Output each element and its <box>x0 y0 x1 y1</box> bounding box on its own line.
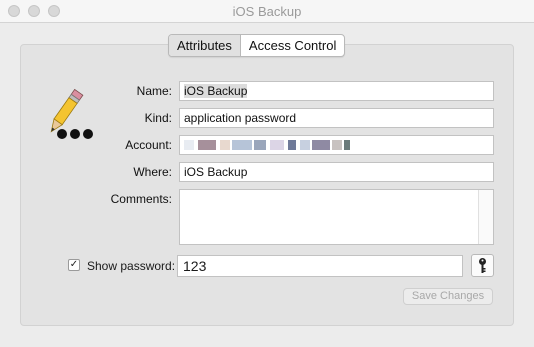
kind-field[interactable]: application password <box>179 108 494 128</box>
redacted-block <box>332 140 342 150</box>
kind-label: Kind: <box>144 111 172 125</box>
name-label: Name: <box>136 84 172 98</box>
title-bar: iOS Backup <box>0 0 534 23</box>
comments-field[interactable] <box>179 189 494 245</box>
comments-label: Comments: <box>110 192 172 206</box>
account-field[interactable] <box>179 135 494 155</box>
account-label: Account: <box>125 138 172 152</box>
redacted-block <box>288 140 296 150</box>
redacted-block <box>198 140 216 150</box>
redacted-block <box>300 140 310 150</box>
show-password-checkbox[interactable]: ✓ <box>68 259 80 271</box>
save-changes-button[interactable]: Save Changes <box>403 288 493 305</box>
tab-attributes[interactable]: Attributes <box>169 35 241 56</box>
name-field[interactable]: iOS Backup <box>179 81 494 101</box>
name-value: iOS Backup <box>184 84 248 98</box>
tab-control: Attributes Access Control <box>168 34 346 57</box>
window-title: iOS Backup <box>232 4 302 19</box>
redacted-block <box>254 140 266 150</box>
key-icon <box>479 258 486 273</box>
show-password-label: Show password: <box>87 259 176 273</box>
redacted-block <box>270 140 284 150</box>
password-field[interactable]: 123 <box>177 255 463 277</box>
tab-access-control[interactable]: Access Control <box>241 35 344 56</box>
redacted-block <box>312 140 330 150</box>
redacted-block <box>344 140 350 150</box>
comments-scrollbar[interactable] <box>478 190 493 244</box>
where-label: Where: <box>133 165 172 179</box>
where-field[interactable]: iOS Backup <box>179 162 494 182</box>
password-assistant-button[interactable] <box>471 254 494 277</box>
redacted-block <box>184 140 194 150</box>
redacted-block <box>220 140 230 150</box>
redacted-block <box>232 140 252 150</box>
